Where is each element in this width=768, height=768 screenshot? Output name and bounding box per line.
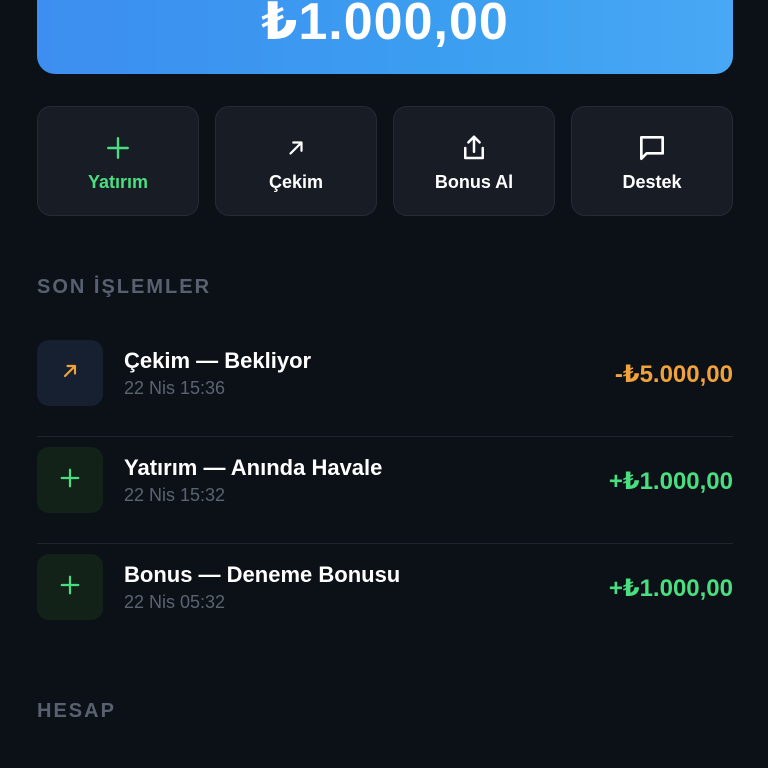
withdraw-button[interactable]: Çekim	[215, 106, 377, 216]
transaction-time: 22 Nis 15:36	[124, 378, 226, 398]
arrow-up-right-icon	[278, 130, 314, 166]
transaction-tile	[37, 340, 103, 406]
support-label: Destek	[622, 171, 682, 192]
transaction-tile	[37, 554, 103, 620]
bonus-label: Bonus Al	[434, 171, 514, 192]
share-upload-icon	[456, 130, 492, 166]
quick-actions: Yatırım Çekim Bonus Al Destek	[37, 106, 733, 216]
transaction-row[interactable]: Çekim — Bekliyor 22 Nis 15:36 -₺5.000,00	[37, 330, 733, 437]
withdraw-label: Çekim	[268, 171, 324, 192]
chat-bubble-icon	[634, 130, 670, 166]
transaction-row[interactable]: Yatırım — Anında Havale 22 Nis 15:32 +₺1…	[37, 437, 733, 544]
transaction-amount: +₺1.000,00	[608, 575, 733, 602]
support-button[interactable]: Destek	[571, 106, 733, 216]
wallet-page: ₺1.000,00 Yatırım Çekim Bonus Al Destek	[0, 0, 768, 768]
transaction-amount: +₺1.000,00	[608, 468, 733, 495]
transaction-title: Yatırım — Anında Havale	[124, 455, 383, 480]
plus-icon	[59, 467, 81, 494]
plus-icon	[59, 574, 81, 601]
transaction-time: 22 Nis 15:32	[124, 485, 226, 505]
deposit-button[interactable]: Yatırım	[37, 106, 199, 216]
plus-icon	[100, 130, 136, 166]
transaction-title: Bonus — Deneme Bonusu	[124, 562, 401, 587]
balance-card: ₺1.000,00	[37, 0, 733, 74]
transaction-row[interactable]: Bonus — Deneme Bonusu 22 Nis 05:32 +₺1.0…	[37, 544, 733, 651]
arrow-up-right-icon	[60, 361, 80, 386]
recent-transactions-heading: SON İŞLEMLER	[37, 276, 212, 298]
transaction-amount: -₺5.000,00	[614, 361, 733, 388]
transaction-time: 22 Nis 05:32	[124, 592, 226, 612]
balance-amount: ₺1.000,00	[261, 0, 509, 51]
deposit-label: Yatırım	[87, 171, 149, 192]
transaction-tile	[37, 447, 103, 513]
bonus-button[interactable]: Bonus Al	[393, 106, 555, 216]
transaction-list: Çekim — Bekliyor 22 Nis 15:36 -₺5.000,00…	[37, 330, 733, 651]
account-heading: HESAP	[37, 700, 116, 722]
transaction-title: Çekim — Bekliyor	[124, 348, 312, 373]
